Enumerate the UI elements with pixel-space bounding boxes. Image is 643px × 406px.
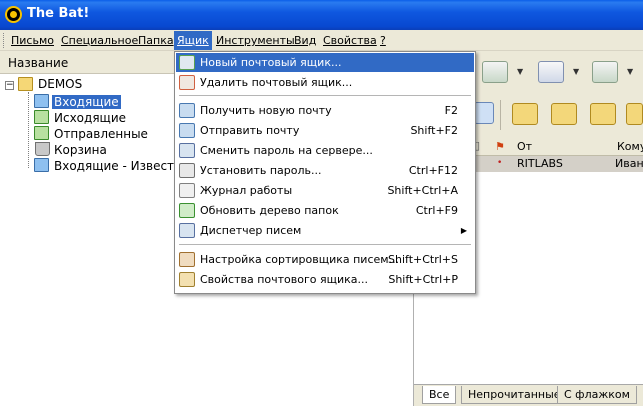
menu-view[interactable]: Вид xyxy=(293,33,317,49)
new-mailbox-icon xyxy=(179,55,195,70)
message-filter-tabs: Все Непрочитанные С флажком xyxy=(414,384,643,406)
menu-mailbox-properties[interactable]: Свойства почтового ящика... Shift+Ctrl+P xyxy=(176,270,474,289)
dispatcher-icon xyxy=(179,223,195,238)
reply-toolbar-icon[interactable] xyxy=(592,61,618,83)
message-from: RITLABS xyxy=(517,157,563,170)
shortcut-set-password: Ctrl+F12 xyxy=(408,164,458,177)
account-folder-icon xyxy=(18,77,33,91)
menu-message-dispatcher[interactable]: Диспетчер писем ▶ xyxy=(176,221,474,240)
tree-folder-trash[interactable]: Корзина xyxy=(54,142,107,158)
reply-dropdown-arrow[interactable]: ▼ xyxy=(627,67,633,76)
refresh-tree-icon xyxy=(179,203,195,218)
shortcut-refresh-tree: Ctrl+F9 xyxy=(415,204,458,217)
shortcut-send-mail: Shift+F2 xyxy=(410,124,458,137)
menu-bar: Письмо Специальное Папка Ящик Инструмент… xyxy=(0,30,643,51)
get-mail-toolbar-icon[interactable] xyxy=(482,61,508,83)
menu-work-log[interactable]: Журнал работы Shift+Ctrl+A xyxy=(176,181,474,200)
new-folder-toolbar-icon[interactable] xyxy=(512,103,538,125)
menu-special[interactable]: Специальное xyxy=(60,33,139,49)
menu-new-mailbox[interactable]: Новый почтовый ящик... xyxy=(176,53,474,72)
menu-set-password[interactable]: Установить пароль... Ctrl+F12 xyxy=(176,161,474,180)
set-password-icon xyxy=(179,163,195,178)
change-password-icon xyxy=(179,143,195,158)
address-book-toolbar-icon[interactable] xyxy=(474,102,494,124)
flag-column-icon[interactable]: ⚑ xyxy=(495,140,505,153)
shortcut-mailbox-properties: Shift+Ctrl+P xyxy=(388,273,458,286)
message-to: Иван xyxy=(615,157,643,170)
menu-send-mail[interactable]: Отправить почту Shift+F2 xyxy=(176,121,474,140)
menu-separator xyxy=(179,95,471,96)
outbox-folder-icon xyxy=(34,110,49,124)
column-from[interactable]: От xyxy=(517,140,532,153)
log-icon xyxy=(179,183,195,198)
column-to[interactable]: Кому xyxy=(617,140,643,153)
menu-get-mail[interactable]: Получить новую почту F2 xyxy=(176,101,474,120)
menu-help[interactable]: ? xyxy=(379,33,387,49)
get-mail-icon xyxy=(179,103,195,118)
tree-header-label: Название xyxy=(8,56,69,70)
sent-folder-icon xyxy=(34,126,49,140)
mailbox-properties-icon xyxy=(179,272,195,287)
shortcut-get-mail: F2 xyxy=(444,104,458,117)
tab-all[interactable]: Все xyxy=(422,386,457,404)
inbox-known-folder-icon xyxy=(34,158,49,172)
tree-collapse-toggle[interactable]: − xyxy=(5,81,14,90)
tree-folder-outbox[interactable]: Исходящие xyxy=(54,110,126,126)
inbox-folder-icon xyxy=(34,94,49,108)
unread-dot-icon: • xyxy=(497,158,503,168)
folder-add-toolbar-icon[interactable] xyxy=(551,103,577,125)
shortcut-work-log: Shift+Ctrl+A xyxy=(387,184,458,197)
menu-separator xyxy=(179,244,471,245)
menu-properties[interactable]: Свойства xyxy=(322,33,378,49)
shortcut-sorter: Shift+Ctrl+S xyxy=(388,253,458,266)
menubar-grip[interactable] xyxy=(3,33,6,48)
sorter-icon xyxy=(179,252,195,267)
submenu-arrow-icon: ▶ xyxy=(460,226,467,235)
compose-toolbar-icon[interactable] xyxy=(538,61,564,83)
delete-mailbox-icon xyxy=(179,75,195,90)
menu-change-server-password[interactable]: Сменить пароль на сервере... xyxy=(176,141,474,160)
tab-unread[interactable]: Непрочитанные xyxy=(461,386,568,404)
bat-logo-icon xyxy=(5,6,22,23)
folder-tools-toolbar-icon[interactable] xyxy=(626,103,643,125)
menu-refresh-folder-tree[interactable]: Обновить дерево папок Ctrl+F9 xyxy=(176,201,474,220)
window-title: The Bat! xyxy=(27,6,90,21)
folder-properties-toolbar-icon[interactable] xyxy=(590,103,616,125)
menu-letter[interactable]: Письмо xyxy=(10,33,55,49)
title-bar: The Bat! xyxy=(0,0,643,30)
compose-dropdown-arrow[interactable]: ▼ xyxy=(573,67,579,76)
mailbox-menu: Новый почтовый ящик... Удалить почтовый … xyxy=(174,51,476,294)
menu-tools[interactable]: Инструменты xyxy=(215,33,296,49)
get-mail-dropdown-arrow[interactable]: ▼ xyxy=(517,67,523,76)
trash-icon xyxy=(35,142,50,156)
menu-sorter-settings[interactable]: Настройка сортировщика писем... Shift+Ct… xyxy=(176,250,474,269)
menu-folder[interactable]: Папка xyxy=(137,33,175,49)
toolbar-separator xyxy=(500,100,501,130)
tab-flagged[interactable]: С флажком xyxy=(557,386,637,404)
menu-mailbox[interactable]: Ящик xyxy=(174,31,212,50)
tree-folder-sent[interactable]: Отправленные xyxy=(54,126,148,142)
send-mail-icon xyxy=(179,123,195,138)
tree-folder-inbox[interactable]: Входящие xyxy=(52,94,121,110)
tree-account-demos[interactable]: DEMOS xyxy=(38,76,82,92)
menu-delete-mailbox[interactable]: Удалить почтовый ящик... xyxy=(176,73,474,92)
tree-line xyxy=(28,92,29,168)
